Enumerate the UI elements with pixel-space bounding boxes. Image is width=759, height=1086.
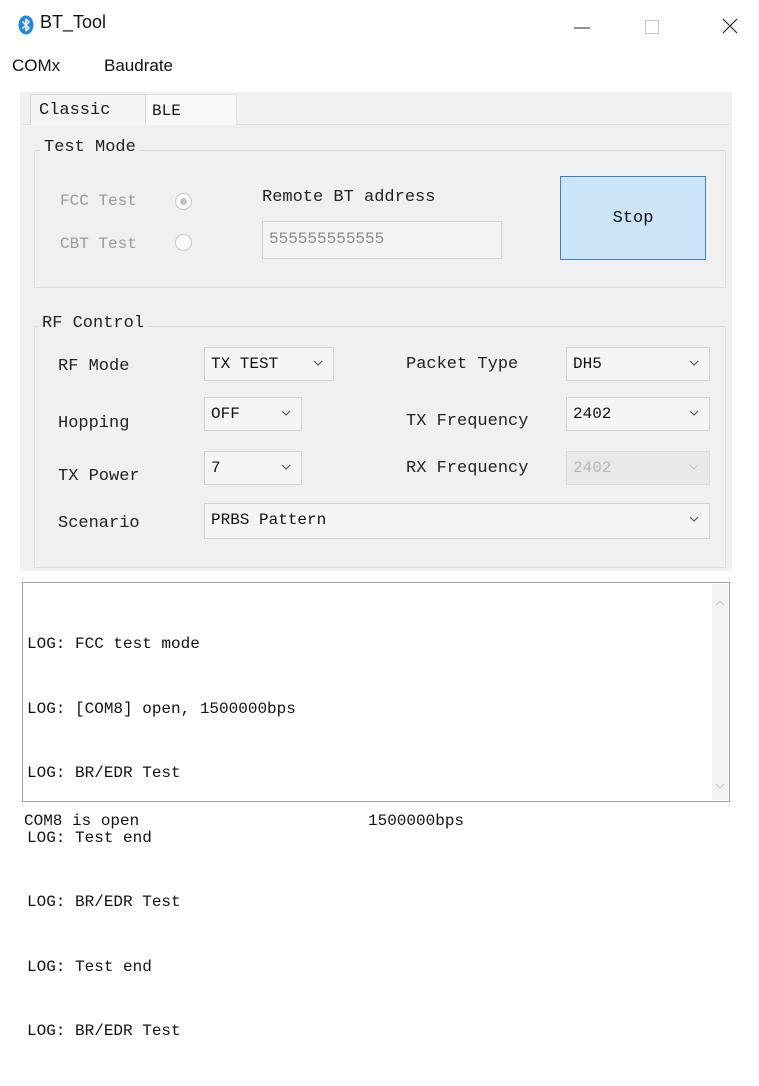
stop-button[interactable]: Stop	[560, 176, 706, 260]
remote-bt-address-value: 555555555555	[269, 230, 385, 248]
close-icon	[722, 18, 738, 34]
tx-frequency-label: TX Frequency	[406, 412, 529, 431]
chevron-down-icon	[313, 360, 323, 366]
scenario-label: Scenario	[58, 514, 140, 533]
tx-power-label: TX Power	[58, 467, 140, 486]
scroll-down-icon[interactable]	[715, 781, 725, 791]
close-button[interactable]	[706, 8, 754, 44]
chevron-down-icon	[281, 410, 291, 416]
rf-control-title: RF Control	[38, 314, 149, 333]
hopping-value: OFF	[211, 405, 240, 423]
radio-selected-dot	[180, 198, 187, 205]
tx-power-value: 7	[211, 459, 221, 477]
minimize-button[interactable]	[558, 8, 606, 44]
maximize-button[interactable]	[628, 8, 676, 44]
tx-frequency-select[interactable]: 2402	[566, 397, 710, 431]
scenario-select[interactable]: PRBS Pattern	[204, 503, 710, 539]
log-lines: LOG: FCC test mode LOG: [COM8] open, 150…	[27, 591, 296, 1086]
chevron-down-icon	[281, 464, 291, 470]
remote-bt-address-label: Remote BT address	[262, 188, 436, 207]
log-line: LOG: FCC test mode	[27, 635, 200, 653]
menu-baudrate[interactable]: Baudrate	[104, 56, 173, 76]
remote-bt-address-input[interactable]: 555555555555	[262, 221, 502, 259]
packet-type-select[interactable]: DH5	[566, 347, 710, 381]
rx-frequency-select[interactable]: 2402	[566, 451, 710, 485]
rx-frequency-label: RX Frequency	[406, 459, 529, 478]
log-line: LOG: [COM8] open, 1500000bps	[27, 699, 296, 718]
rx-frequency-value: 2402	[573, 459, 612, 477]
rf-mode-select[interactable]: TX TEST	[204, 347, 334, 381]
menu-comx[interactable]: COMx	[12, 56, 60, 76]
tx-power-select[interactable]: 7	[204, 451, 302, 485]
rf-mode-value: TX TEST	[211, 355, 279, 373]
chevron-down-icon	[689, 410, 699, 416]
packet-type-label: Packet Type	[406, 355, 519, 374]
chevron-down-icon	[689, 464, 699, 470]
window-title: BT_Tool	[40, 12, 107, 32]
hopping-select[interactable]: OFF	[204, 397, 302, 431]
tab-classic-label: Classic	[39, 101, 111, 120]
packet-type-value: DH5	[573, 355, 602, 373]
log-line: LOG: Test end	[27, 957, 152, 976]
test-mode-title: Test Mode	[40, 138, 140, 157]
log-scrollbar[interactable]	[712, 584, 728, 800]
hopping-label: Hopping	[58, 414, 130, 433]
rf-mode-label: RF Mode	[58, 357, 130, 376]
maximize-icon	[645, 20, 659, 34]
status-baudrate: 1500000bps	[368, 812, 465, 830]
minimize-icon	[574, 27, 590, 29]
chevron-down-icon	[689, 516, 699, 522]
tab-ble-label: BLE	[152, 102, 181, 120]
status-port: COM8 is open	[24, 812, 140, 830]
log-line: LOG: Test end	[27, 828, 152, 847]
fcc-test-radio[interactable]	[175, 193, 192, 210]
cbt-test-label: CBT Test	[60, 235, 137, 253]
chevron-down-icon	[689, 360, 699, 366]
log-line: LOG: BR/EDR Test	[27, 893, 181, 911]
cbt-test-radio[interactable]	[175, 234, 192, 251]
log-line: LOG: BR/EDR Test	[27, 1022, 181, 1040]
scenario-value: PRBS Pattern	[211, 511, 327, 529]
tab-classic[interactable]: Classic	[30, 94, 146, 125]
fcc-test-label: FCC Test	[60, 192, 137, 210]
log-output[interactable]: LOG: FCC test mode LOG: [COM8] open, 150…	[22, 582, 730, 1040]
tx-frequency-value: 2402	[573, 405, 612, 423]
bluetooth-icon	[18, 15, 34, 35]
log-line: LOG: BR/EDR Test	[27, 764, 181, 782]
scroll-up-icon[interactable]	[715, 598, 725, 608]
tab-ble[interactable]: BLE	[145, 94, 237, 125]
